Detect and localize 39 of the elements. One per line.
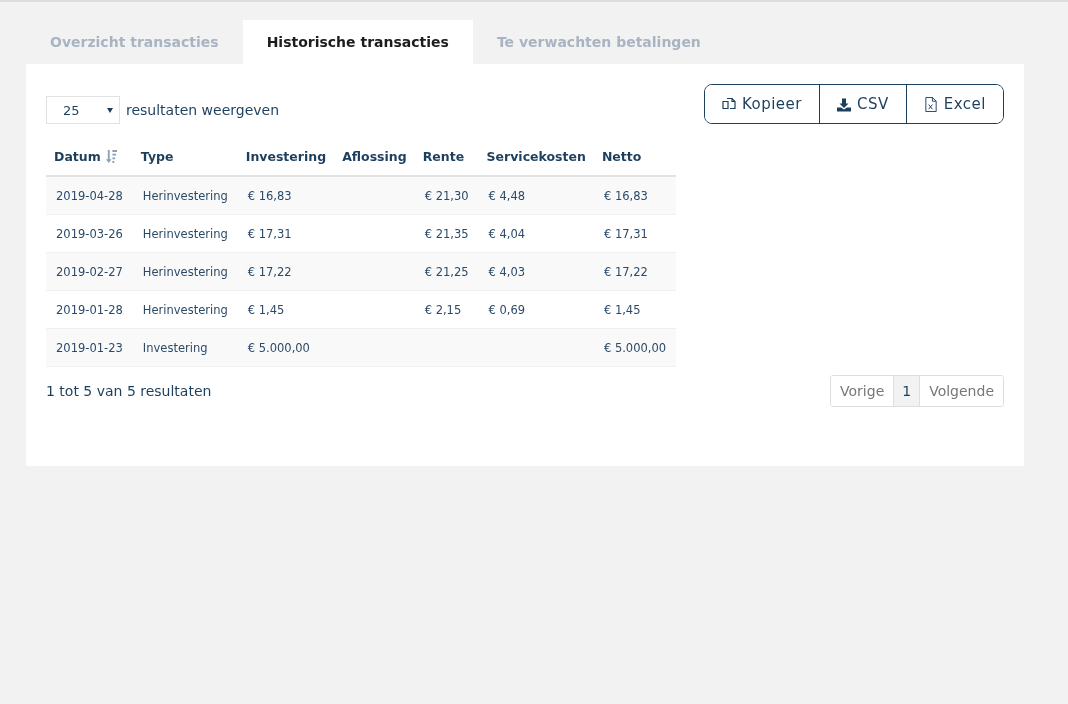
results-info: 1 tot 5 van 5 resultaten: [46, 383, 212, 399]
page-button[interactable]: 1: [893, 376, 920, 406]
table-cell: 2019-03-26: [46, 214, 133, 253]
table-cell: € 17,31: [593, 214, 677, 253]
table-cell: € 1,45: [593, 290, 677, 329]
table-cell: € 2,15: [414, 290, 479, 329]
table-cell: Investering: [132, 328, 238, 367]
table-cell: € 21,35: [414, 214, 479, 253]
tab[interactable]: Historische transacties: [242, 20, 473, 64]
results-per-page-label: resultaten weergeven: [126, 102, 280, 118]
table-cell: 2019-02-27: [46, 252, 133, 291]
excel-button[interactable]: Excel: [905, 85, 1003, 123]
table-cell: 2019-01-23: [46, 328, 133, 367]
results-per-page-select[interactable]: 25: [46, 96, 120, 124]
table-cell: 2019-01-28: [46, 290, 133, 329]
table-cell: € 16,83: [593, 176, 677, 215]
table-cell: € 16,83: [237, 176, 335, 215]
table-cell: Herinvestering: [132, 176, 238, 215]
table-cell: € 21,25: [414, 252, 479, 291]
table-cell: Herinvestering: [132, 214, 238, 253]
table-cell: € 1,45: [237, 290, 335, 329]
table-cell: Herinvestering: [132, 252, 238, 291]
page-button[interactable]: Volgende: [919, 376, 1003, 406]
table-cell: € 4,04: [478, 214, 594, 253]
excel-file-icon: [923, 96, 938, 112]
table-cell: € 5.000,00: [237, 328, 335, 367]
table-cell: 2019-04-28: [46, 176, 133, 215]
table-cell: € 17,31: [237, 214, 335, 253]
table-cell: € 4,03: [478, 252, 594, 291]
table-cell: € 4,48: [478, 176, 594, 215]
caret-icon: [107, 107, 113, 113]
download-icon: [837, 96, 851, 112]
table-cell: € 17,22: [593, 252, 677, 291]
copy-icon: [721, 96, 736, 112]
table-cell: € 17,22: [237, 252, 335, 291]
table-cell: Herinvestering: [132, 290, 238, 329]
table-cell: € 5.000,00: [593, 328, 677, 367]
table-cell: € 0,69: [478, 290, 594, 329]
table-cell: € 21,30: [414, 176, 479, 215]
